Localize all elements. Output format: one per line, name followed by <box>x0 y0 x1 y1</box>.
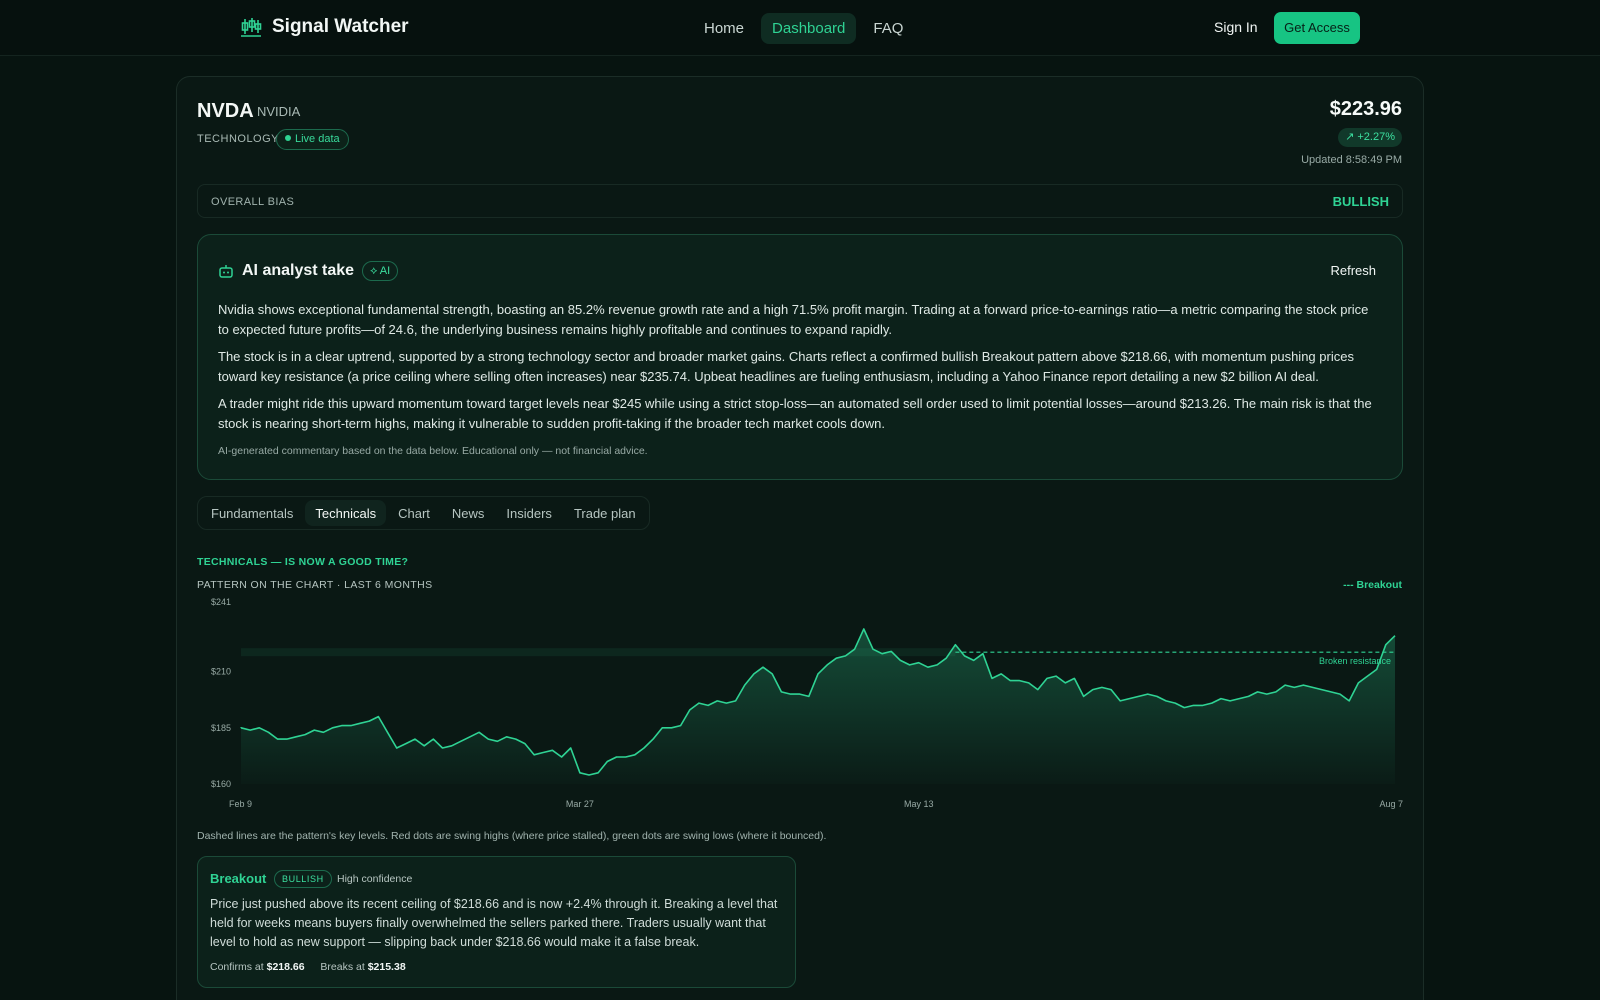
sign-in-link[interactable]: Sign In <box>1214 19 1258 35</box>
live-data-badge: Live data <box>276 129 349 150</box>
ai-paragraph: The stock is in a clear uptrend, support… <box>218 349 1354 384</box>
pattern-card: Breakout BULLISH High confidence Price j… <box>197 856 796 988</box>
ai-paragraph: Nvidia shows exceptional fundamental str… <box>218 302 1369 337</box>
y-tick-label: $185 <box>211 723 231 733</box>
sector-label: TECHNOLOGY <box>197 133 280 145</box>
nav-link-dashboard[interactable]: Dashboard <box>761 13 857 44</box>
price-change-value: +2.27% <box>1357 131 1395 143</box>
tab-fundamentals[interactable]: Fundamentals <box>201 500 303 526</box>
tab-news[interactable]: News <box>442 500 495 526</box>
top-nav: Signal Watcher Home Dashboard FAQ Sign I… <box>0 0 1600 56</box>
confirms-label: Confirms at <box>210 961 264 973</box>
candlestick-logo-icon <box>241 18 262 37</box>
overall-bias-bar: OVERALL BIAS BULLISH <box>197 184 1403 218</box>
pattern-description: Price just pushed above its recent ceili… <box>210 897 778 949</box>
nav-link-faq[interactable]: FAQ <box>862 13 914 44</box>
chart-caption: Dashed lines are the pattern's key level… <box>197 830 827 842</box>
y-tick-label: $160 <box>211 779 231 789</box>
tab-insiders[interactable]: Insiders <box>496 500 562 526</box>
pattern-bias-badge: BULLISH <box>274 870 332 888</box>
bias-label: OVERALL BIAS <box>211 196 295 208</box>
ticker-symbol: NVDA <box>197 100 254 122</box>
resistance-annotation: Broken resistance <box>1319 656 1391 666</box>
nav-link-home[interactable]: Home <box>693 13 755 44</box>
tab-technicals[interactable]: Technicals <box>305 500 387 526</box>
tab-trade-plan[interactable]: Trade plan <box>564 500 646 526</box>
confirms-value: $218.66 <box>266 961 305 973</box>
stock-price: $223.96 <box>1329 98 1402 120</box>
pattern-confidence: High confidence <box>337 873 413 885</box>
x-tick-label: Aug 7 <box>1379 799 1403 809</box>
ai-paragraph: A trader might ride this upward momentum… <box>218 396 1372 431</box>
x-tick-label: Feb 9 <box>229 799 252 809</box>
refresh-button[interactable]: Refresh <box>1330 263 1376 278</box>
bias-value: BULLISH <box>1332 194 1389 209</box>
x-tick-label: May 13 <box>904 799 934 809</box>
ai-badge: ⟡ AI <box>362 261 399 281</box>
tab-chart[interactable]: Chart <box>388 500 440 526</box>
pattern-name: Breakout <box>210 871 267 886</box>
breaks-value: $215.38 <box>367 961 406 973</box>
live-data-label: Live data <box>295 133 340 145</box>
robot-icon <box>219 265 233 278</box>
price-chart: $241 $210 $185 $160 Broken resistance Feb 9 Ma… <box>211 598 1403 809</box>
ai-badge-label: AI <box>379 265 391 277</box>
nav-links: Home Dashboard FAQ <box>693 13 914 44</box>
ai-header: AI analyst take ⟡ AI <box>218 261 399 281</box>
sparkle-icon: ⟡ <box>370 265 380 277</box>
ai-disclaimer: AI-generated commentary based on the dat… <box>218 445 648 457</box>
y-tick-label: $241 <box>211 598 231 607</box>
arrow-up-right-icon: ↗ <box>1345 131 1358 143</box>
price-change-badge: ↗ +2.27% <box>1338 128 1402 147</box>
breaks-label: Breaks at <box>320 961 365 973</box>
ai-analyst-panel: AI analyst take ⟡ AI Refresh Nvidia show… <box>197 234 1403 480</box>
ai-title: AI analyst take <box>242 262 355 279</box>
section-tabs: Fundamentals Technicals Chart News Insid… <box>197 496 650 530</box>
ai-commentary: Nvidia shows exceptional fundamental str… <box>218 300 1378 441</box>
technicals-title: TECHNICALS — IS NOW A GOOD TIME? <box>197 556 409 568</box>
pattern-levels: Confirms at $218.66 Breaks at $215.38 <box>210 961 406 973</box>
pattern-subtitle: PATTERN ON THE CHART · LAST 6 MONTHS <box>197 579 433 591</box>
updated-time: Updated 8:58:49 PM <box>1301 154 1402 166</box>
y-tick-label: $210 <box>211 667 231 677</box>
brand[interactable]: Signal Watcher <box>240 16 409 38</box>
x-tick-label: Mar 27 <box>566 799 594 809</box>
company-name: NVIDIA <box>257 104 301 119</box>
get-access-button[interactable]: Get Access <box>1274 12 1360 44</box>
live-dot-icon <box>285 135 291 141</box>
chart-legend: --- Breakout <box>1343 579 1402 591</box>
brand-name: Signal Watcher <box>272 16 409 37</box>
